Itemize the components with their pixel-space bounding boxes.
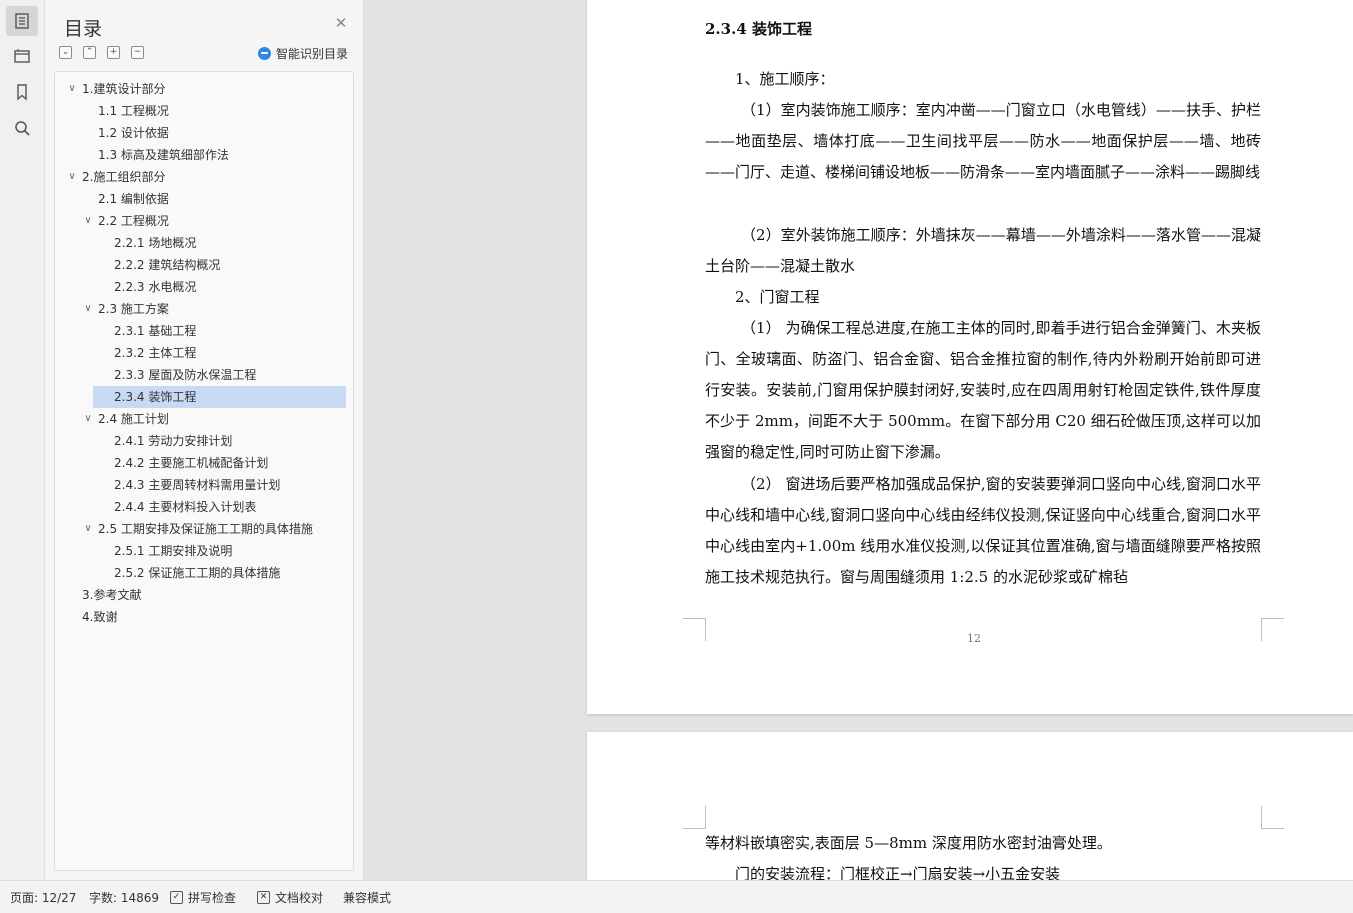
crop-mark bbox=[683, 806, 706, 829]
toc-item[interactable]: ∨ 2.3 施工方案 bbox=[55, 298, 345, 320]
toc-panel-icon[interactable] bbox=[6, 6, 38, 36]
toc-item-label: 2.2 工程概况 bbox=[98, 214, 169, 228]
chevron-down-icon[interactable]: ∨ bbox=[82, 210, 94, 232]
spell-check-button[interactable]: ✓ 拼写检查 bbox=[170, 889, 236, 906]
paragraph: 1、施工顺序： bbox=[735, 70, 835, 88]
expand-level-icon[interactable]: ⌃ bbox=[83, 46, 96, 59]
toc-item-label: 4.致谢 bbox=[82, 610, 118, 624]
toc-item[interactable]: 2.3.2 主体工程 bbox=[55, 342, 345, 364]
paragraph: （2） 窗进场后要严格加强成品保护,窗的安装要弹洞口竖向中心线,窗洞口水平中心线… bbox=[705, 475, 1261, 586]
page-indicator[interactable]: 页面: 12/27 bbox=[10, 889, 76, 906]
toc-item[interactable]: 2.4.3 主要周转材料需用量计划 bbox=[55, 474, 345, 496]
crop-mark bbox=[1261, 618, 1284, 641]
toc-item-label: 2.3.4 装饰工程 bbox=[114, 390, 197, 404]
document-page: 等材料嵌填密实,表面层 5—8mm 深度用防水密封油膏处理。 门的安装流程：门框… bbox=[587, 732, 1353, 880]
toc-item[interactable]: 4.致谢 bbox=[55, 606, 345, 628]
toc-item[interactable]: 2.2.3 水电概况 bbox=[55, 276, 345, 298]
document-area[interactable]: 2.3.4 装饰工程 1、施工顺序： （1）室内装饰施工顺序：室内冲凿——门窗立… bbox=[364, 0, 1353, 880]
toc-item[interactable]: ∨ 2.施工组织部分 bbox=[55, 166, 345, 188]
paragraph: （1） 为确保工程总进度,在施工主体的同时,即着手进行铝合金弹簧门、木夹板门、全… bbox=[705, 319, 1261, 461]
toc-tree: ∨ 1.建筑设计部分 1.1 工程概况 1.2 设计依据 1.3 标高及建筑细部作法 ∨ 2… bbox=[54, 71, 354, 871]
doc-check-icon: ✕ bbox=[257, 891, 270, 904]
panel-title: 目录 bbox=[64, 18, 103, 40]
toc-item-label: 2.4.1 劳动力安排计划 bbox=[114, 434, 233, 448]
status-bar: 页面: 12/27 字数: 14869 ✓ 拼写检查 ✕ 文档校对 兼容模式 bbox=[0, 880, 1353, 913]
spell-check-icon: ✓ bbox=[170, 891, 183, 904]
toc-item-label: 1.3 标高及建筑细部作法 bbox=[98, 148, 229, 162]
toc-item[interactable]: 1.3 标高及建筑细部作法 bbox=[55, 144, 345, 166]
toc-item[interactable]: 2.3.4 装饰工程 bbox=[93, 386, 346, 408]
toc-item-label: 2.5.1 工期安排及说明 bbox=[114, 544, 233, 558]
left-rail bbox=[0, 0, 45, 880]
toc-item-label: 2.4.3 主要周转材料需用量计划 bbox=[114, 478, 281, 492]
search-icon[interactable] bbox=[6, 113, 38, 143]
toc-item[interactable]: 2.5.1 工期安排及说明 bbox=[55, 540, 345, 562]
toc-item-label: 2.1 编制依据 bbox=[98, 192, 169, 206]
navigation-pane-icon[interactable] bbox=[6, 41, 38, 71]
remove-item-icon[interactable]: − bbox=[131, 46, 144, 59]
toc-item-label: 2.4 施工计划 bbox=[98, 412, 169, 426]
toc-item[interactable]: 2.2.2 建筑结构概况 bbox=[55, 254, 345, 276]
toc-item-label: 2.2.2 建筑结构概况 bbox=[114, 258, 221, 272]
toc-item[interactable]: 2.3.3 屋面及防水保温工程 bbox=[55, 364, 345, 386]
crop-mark bbox=[1261, 806, 1284, 829]
toc-item-label: 2.4.4 主要材料投入计划表 bbox=[114, 500, 257, 514]
bookmark-icon[interactable] bbox=[6, 77, 38, 107]
document-page: 2.3.4 装饰工程 1、施工顺序： （1）室内装饰施工顺序：室内冲凿——门窗立… bbox=[587, 0, 1353, 714]
paragraph: （2）室外装饰施工顺序：外墙抹灰——幕墙——外墙涂料——落水管——混凝土台阶——… bbox=[705, 226, 1261, 275]
toc-item-label: 2.3.3 屋面及防水保温工程 bbox=[114, 368, 257, 382]
chevron-down-icon[interactable]: ∨ bbox=[82, 408, 94, 430]
toc-item[interactable]: 1.2 设计依据 bbox=[55, 122, 345, 144]
toc-item[interactable]: 2.4.4 主要材料投入计划表 bbox=[55, 496, 345, 518]
paragraph: 等材料嵌填密实,表面层 5—8mm 深度用防水密封油膏处理。 bbox=[705, 834, 1112, 852]
paragraph: 门的安装流程：门框校正→门扇安装→小五金安装 bbox=[735, 865, 1061, 880]
chevron-down-icon[interactable]: ∨ bbox=[82, 518, 94, 540]
toc-item-label: 2.2.3 水电概况 bbox=[114, 280, 197, 294]
word-count[interactable]: 字数: 14869 bbox=[89, 889, 159, 906]
toc-item[interactable]: 2.1 编制依据 bbox=[55, 188, 345, 210]
toc-item[interactable]: ∨ 2.2 工程概况 bbox=[55, 210, 345, 232]
smart-toc-button[interactable]: 智能识别目录 bbox=[258, 45, 348, 61]
toc-item[interactable]: 2.4.2 主要施工机械配备计划 bbox=[55, 452, 345, 474]
page-number: 12 bbox=[967, 632, 981, 645]
add-item-icon[interactable]: + bbox=[107, 46, 120, 59]
toc-item-label: 2.施工组织部分 bbox=[82, 170, 166, 184]
toc-item-label: 1.建筑设计部分 bbox=[82, 82, 166, 96]
toc-item-label: 1.1 工程概况 bbox=[98, 104, 169, 118]
toc-item-label: 1.2 设计依据 bbox=[98, 126, 169, 140]
crop-mark bbox=[683, 618, 706, 641]
doc-check-button[interactable]: ✕ 文档校对 bbox=[257, 889, 323, 906]
toc-item-label: 3.参考文献 bbox=[82, 588, 142, 602]
chevron-down-icon[interactable]: ∨ bbox=[66, 78, 78, 100]
toc-item[interactable]: 1.1 工程概况 bbox=[55, 100, 345, 122]
toc-item[interactable]: 2.3.1 基础工程 bbox=[55, 320, 345, 342]
compat-mode-label: 兼容模式 bbox=[343, 891, 392, 905]
smart-toc-label: 智能识别目录 bbox=[276, 46, 349, 61]
spell-check-label: 拼写检查 bbox=[188, 891, 237, 905]
toc-item[interactable]: 2.2.1 场地概况 bbox=[55, 232, 345, 254]
toc-item-label: 2.5 工期安排及保证施工工期的具体措施 bbox=[98, 522, 313, 536]
collapse-all-icon[interactable]: ⌄ bbox=[59, 46, 72, 59]
close-icon[interactable]: ✕ bbox=[334, 16, 348, 31]
toc-panel: 目录 ✕ ⌄ ⌃ + − 智能识别目录 ∨ 1.建筑设计部分 1.1 工程概况 1.2… bbox=[45, 0, 364, 880]
toc-item-label: 2.3.1 基础工程 bbox=[114, 324, 197, 338]
toc-item[interactable]: 2.4.1 劳动力安排计划 bbox=[55, 430, 345, 452]
section-heading: 2.3.4 装饰工程 bbox=[705, 20, 812, 38]
toc-item[interactable]: 2.5.2 保证施工工期的具体措施 bbox=[55, 562, 345, 584]
paragraph: 2、门窗工程 bbox=[735, 288, 820, 306]
toc-item[interactable]: 3.参考文献 bbox=[55, 584, 345, 606]
toc-item-label: 2.4.2 主要施工机械配备计划 bbox=[114, 456, 269, 470]
smart-toc-icon bbox=[258, 46, 271, 60]
toc-item[interactable]: ∨ 2.4 施工计划 bbox=[55, 408, 345, 430]
toc-item-label: 2.3.2 主体工程 bbox=[114, 346, 197, 360]
toc-item[interactable]: ∨ 2.5 工期安排及保证施工工期的具体措施 bbox=[55, 518, 345, 540]
chevron-down-icon[interactable]: ∨ bbox=[82, 298, 94, 320]
chevron-down-icon[interactable]: ∨ bbox=[66, 166, 78, 188]
paragraph: （1）室内装饰施工顺序：室内冲凿——门窗立口（水电管线）——扶手、护栏——地面垫… bbox=[705, 101, 1261, 181]
toc-item-label: 2.2.1 场地概况 bbox=[114, 236, 197, 250]
toc-item-label: 2.3 施工方案 bbox=[98, 302, 169, 316]
toc-item[interactable]: ∨ 1.建筑设计部分 bbox=[55, 78, 345, 100]
doc-check-label: 文档校对 bbox=[275, 891, 324, 905]
toc-item-label: 2.5.2 保证施工工期的具体措施 bbox=[114, 566, 281, 580]
